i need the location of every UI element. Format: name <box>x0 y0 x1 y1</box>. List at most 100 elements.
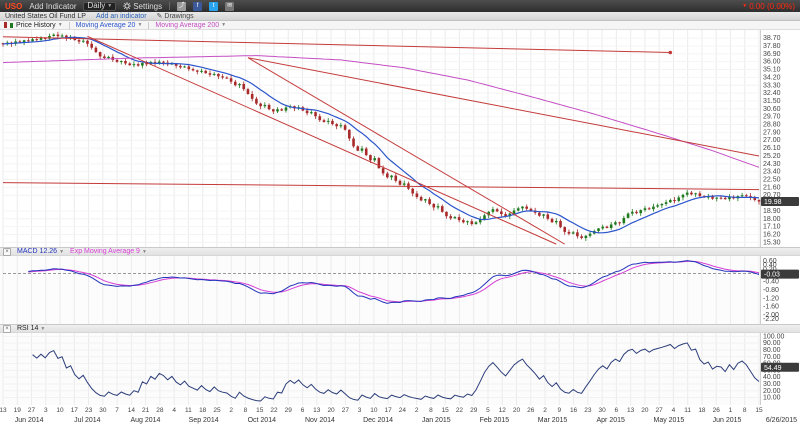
macd-panel-chart[interactable]: 0.600.400.200.00-0.40-0.80-1.20-1.60-2.0… <box>0 256 800 324</box>
timeframe-dropdown[interactable]: Daily ▼ <box>83 2 116 11</box>
date-tick: 29 <box>470 407 477 414</box>
date-tick: 20 <box>641 407 648 414</box>
svg-text:10.00: 10.00 <box>763 395 781 402</box>
month-label: Feb 2015 <box>480 417 510 424</box>
svg-text:22.50: 22.50 <box>763 177 781 184</box>
chevron-down-icon: ▼ <box>221 22 226 28</box>
svg-text:16.20: 16.20 <box>763 232 781 239</box>
date-tick: 4 <box>672 407 676 414</box>
ma200-label: Moving Average 200 <box>155 22 219 29</box>
month-label: Jan 2015 <box>422 417 451 424</box>
add-indicator-link[interactable]: Add an indicator <box>96 13 147 20</box>
symbol-subbar: United States Oil Fund LP Add an indicat… <box>0 12 800 21</box>
rsi-close-button[interactable]: × <box>3 325 11 333</box>
month-label: Jun 2015 <box>713 417 742 424</box>
price-history-dropdown[interactable]: Price History ▼ <box>4 22 63 29</box>
price-history-label: Price History <box>16 22 56 29</box>
date-tick: 23 <box>584 407 591 414</box>
date-tick: 14 <box>128 407 135 414</box>
email-icon[interactable]: ✉ <box>225 2 234 11</box>
main-price-chart[interactable]: 38.7037.8036.9036.0035.1034.2033.3032.40… <box>0 30 800 247</box>
timeframe-value: Daily <box>87 2 105 10</box>
rsi-panel-chart[interactable]: 100.0090.0080.0070.0060.0050.0040.0030.0… <box>0 333 800 405</box>
date-tick: 18 <box>698 407 705 414</box>
svg-text:17.10: 17.10 <box>763 224 781 231</box>
date-tick: 21 <box>142 407 149 414</box>
date-tick: 8 <box>743 407 747 414</box>
svg-text:27.90: 27.90 <box>763 129 781 136</box>
twitter-icon[interactable]: t <box>209 2 218 11</box>
svg-text:21.60: 21.60 <box>763 184 781 191</box>
date-tick: 10 <box>56 407 63 414</box>
month-label: Oct 2014 <box>248 417 276 424</box>
month-label: Jun 2014 <box>15 417 44 424</box>
date-tick: 22 <box>456 407 463 414</box>
end-date-label: 6/26/2015 <box>766 417 797 424</box>
indicator-legend-bar: Price History ▼ Moving Average 20 ▼ Movi… <box>0 21 800 30</box>
toolbar-divider <box>169 2 170 10</box>
date-tick: 6 <box>615 407 619 414</box>
date-tick: 27 <box>342 407 349 414</box>
date-tick: 29 <box>285 407 292 414</box>
date-tick: 15 <box>755 407 762 414</box>
chevron-down-icon: ▼ <box>142 249 147 255</box>
ma200-dropdown[interactable]: Moving Average 200 ▼ <box>155 22 226 29</box>
last-value-badge: -0.03 <box>764 272 780 279</box>
date-tick: 5 <box>486 407 490 414</box>
chevron-down-icon: ▼ <box>40 326 45 332</box>
down-arrow-icon: ▼ <box>742 3 747 9</box>
svg-text:27.00: 27.00 <box>763 137 781 144</box>
app-window: USO Add Indicator Daily ▼ Settings ⤴ f t… <box>0 0 800 431</box>
rsi-dropdown[interactable]: RSI 14 ▼ <box>17 325 45 332</box>
date-tick: 15 <box>256 407 263 414</box>
date-tick: 26 <box>527 407 534 414</box>
svg-text:38.70: 38.70 <box>763 35 781 42</box>
add-indicator-button[interactable]: Add Indicator <box>29 2 76 11</box>
facebook-icon[interactable]: f <box>193 2 202 11</box>
svg-text:36.90: 36.90 <box>763 51 781 58</box>
date-tick: 9 <box>557 407 561 414</box>
fund-name: United States Oil Fund LP <box>5 13 86 20</box>
date-tick: 24 <box>399 407 406 414</box>
date-tick: 11 <box>684 407 691 414</box>
settings-button[interactable]: Settings <box>123 2 162 11</box>
date-tick: 13 <box>313 407 320 414</box>
svg-text:-1.20: -1.20 <box>763 295 779 302</box>
date-tick: 17 <box>385 407 392 414</box>
month-label: Nov 2014 <box>305 417 335 424</box>
ma20-label: Moving Average 20 <box>76 22 136 29</box>
date-tick: 8 <box>244 407 248 414</box>
date-tick: 13 <box>627 407 634 414</box>
date-tick: 3 <box>358 407 362 414</box>
svg-text:34.20: 34.20 <box>763 74 781 81</box>
svg-text:32.40: 32.40 <box>763 90 781 97</box>
drawings-button[interactable]: ✎ Drawings <box>157 12 194 20</box>
svg-text:-0.40: -0.40 <box>763 279 779 286</box>
date-tick: 8 <box>429 407 433 414</box>
date-tick: 30 <box>598 407 605 414</box>
settings-label: Settings <box>133 2 162 11</box>
svg-text:35.10: 35.10 <box>763 67 781 74</box>
macd-close-button[interactable]: × <box>3 248 11 256</box>
date-tick: 4 <box>172 407 176 414</box>
macd-label: MACD 12.26 <box>17 248 57 255</box>
month-label: May 2015 <box>653 417 684 424</box>
macd-dropdown[interactable]: MACD 12.26 ▼ <box>17 248 64 255</box>
macd-signal-dropdown[interactable]: Exp Moving Average 9 ▼ <box>70 248 147 255</box>
top-toolbar: USO Add Indicator Daily ▼ Settings ⤴ f t… <box>0 0 800 12</box>
share-icon[interactable]: ⤴ <box>177 2 186 11</box>
candle-icon <box>4 22 7 28</box>
date-tick: 17 <box>71 407 78 414</box>
ma20-dropdown[interactable]: Moving Average 20 ▼ <box>76 22 143 29</box>
drawings-label: Drawings <box>164 13 193 20</box>
date-axis: 1319273101723307142128411182528152229613… <box>0 405 800 431</box>
chevron-down-icon: ▼ <box>58 22 63 28</box>
date-tick: 26 <box>713 407 720 414</box>
date-tick: 6 <box>301 407 305 414</box>
svg-text:28.80: 28.80 <box>763 122 781 129</box>
date-tick: 18 <box>199 407 206 414</box>
month-label: Mar 2015 <box>538 417 568 424</box>
svg-text:18.00: 18.00 <box>763 216 781 223</box>
date-tick: 22 <box>270 407 277 414</box>
month-label: Jul 2014 <box>74 417 100 424</box>
